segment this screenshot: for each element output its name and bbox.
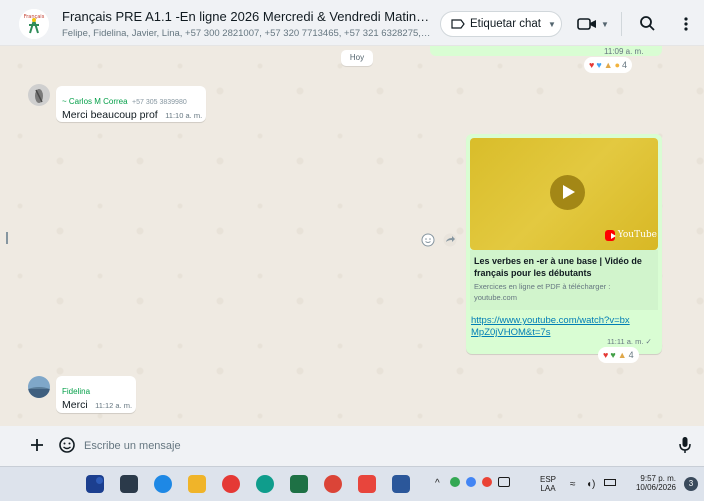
language-code: ESP bbox=[540, 475, 557, 484]
plus-icon bbox=[31, 439, 43, 451]
sent-check-icon: ✓ bbox=[645, 337, 652, 346]
message-time: 11:09 a. m. bbox=[604, 47, 644, 56]
reaction-count: 4 bbox=[628, 350, 634, 360]
voice-message-button[interactable] bbox=[678, 435, 692, 455]
group-logo-icon: Français bbox=[19, 9, 49, 39]
outgoing-message-bubble[interactable]: YouTube Les verbes en -er à une base | V… bbox=[466, 134, 662, 354]
language-indicator[interactable]: ESP LAA bbox=[540, 475, 556, 493]
chat-title[interactable]: Français PRE A1.1 -En ligne 2026 Mercred… bbox=[62, 9, 432, 24]
pray-icon: ▲ bbox=[617, 350, 627, 360]
green-heart-icon: ♥ bbox=[610, 350, 616, 360]
excel-icon[interactable] bbox=[290, 475, 308, 493]
reaction-count: 4 bbox=[622, 60, 628, 70]
language-layout: LAA bbox=[540, 484, 556, 493]
video-call-button[interactable]: ▼ bbox=[577, 13, 611, 35]
date-divider: Hoy bbox=[341, 50, 373, 66]
play-icon[interactable] bbox=[550, 175, 585, 210]
message-text: Merci beaucoup prof bbox=[62, 109, 158, 121]
word-icon[interactable] bbox=[392, 475, 410, 493]
label-chat-button[interactable]: Etiquetar chat ▼ bbox=[440, 11, 562, 37]
chat-header: Français Français PRE A1.1 -En ligne 202… bbox=[0, 0, 704, 46]
sticker-button[interactable] bbox=[58, 436, 76, 454]
task-view-icon[interactable] bbox=[120, 475, 138, 493]
link-preview-card[interactable]: Les verbes en -er à une base | Vidéo de … bbox=[470, 250, 658, 310]
chat-area[interactable]: 11:09 a. m. ♥ ♥ ▲ ● 4 Hoy ~ Carlos M Cor… bbox=[0, 46, 704, 426]
message-text: Merci bbox=[62, 399, 88, 411]
group-avatar[interactable]: Français bbox=[19, 9, 49, 39]
battery-icon[interactable] bbox=[604, 479, 616, 486]
edge-icon[interactable] bbox=[256, 475, 274, 493]
message-actions bbox=[421, 233, 457, 247]
chevron-down-icon: ▼ bbox=[601, 19, 609, 29]
reactions-badge[interactable]: ♥ ♥ ▲ 4 bbox=[598, 347, 639, 363]
label-chat-text: Etiquetar chat bbox=[470, 18, 541, 30]
firefox-icon[interactable] bbox=[358, 475, 376, 493]
menu-button[interactable] bbox=[676, 12, 696, 36]
youtube-brand-text: YouTube bbox=[617, 230, 657, 240]
pray-icon: ▲ bbox=[603, 60, 613, 70]
message-time: 11:11 a. m. bbox=[607, 337, 644, 346]
microphone-icon bbox=[679, 437, 691, 453]
chrome-profile-icon[interactable] bbox=[324, 475, 342, 493]
link-domain: youtube.com bbox=[474, 293, 517, 302]
link-description: Exercices en ligne et PDF à télécharger … bbox=[474, 282, 611, 291]
video-camera-icon bbox=[577, 18, 596, 30]
windows-taskbar: ^ ESP LAA ≈ ◖) 9:57 p. m. 10/06/2026 3 bbox=[0, 466, 704, 501]
message-bubble[interactable]: Fidelina Merci 11:12 a. m. bbox=[56, 376, 136, 413]
message-input[interactable] bbox=[84, 433, 664, 459]
notification-badge[interactable]: 3 bbox=[684, 477, 698, 491]
header-divider bbox=[621, 12, 622, 36]
chevron-down-icon: ▼ bbox=[547, 19, 556, 29]
link-title: Les verbes en -er à une base | Vidéo de … bbox=[474, 256, 642, 278]
drive-icon[interactable] bbox=[450, 477, 460, 487]
tag-icon bbox=[451, 19, 465, 29]
copilot-icon[interactable] bbox=[154, 475, 172, 493]
thumbs-up-icon: ● bbox=[614, 60, 621, 70]
avatar[interactable] bbox=[28, 376, 50, 398]
resize-handle[interactable] bbox=[6, 232, 8, 244]
avatar[interactable] bbox=[28, 84, 50, 106]
heart-icon: ♥ bbox=[589, 60, 595, 70]
sticker-icon bbox=[59, 437, 75, 453]
attach-button[interactable] bbox=[30, 434, 50, 456]
avatar-image bbox=[28, 84, 50, 106]
message-composer bbox=[0, 426, 704, 466]
avatar-image bbox=[28, 376, 50, 398]
kebab-menu-icon bbox=[684, 17, 688, 31]
message-time: 11:12 a. m. bbox=[95, 401, 133, 410]
blue-heart-icon: ♥ bbox=[596, 60, 602, 70]
search-button[interactable] bbox=[636, 12, 660, 36]
youtube-logo: YouTube bbox=[605, 228, 657, 242]
heart-icon: ♥ bbox=[603, 350, 609, 360]
video-preview[interactable]: YouTube bbox=[470, 138, 658, 250]
clock-date: 10/06/2026 bbox=[635, 483, 676, 492]
onedrive-icon[interactable] bbox=[466, 477, 476, 487]
wifi-icon[interactable]: ≈ bbox=[570, 479, 576, 490]
youtube-play-icon bbox=[605, 229, 616, 241]
windows-logo-icon bbox=[96, 477, 103, 484]
clock[interactable]: 9:57 p. m. 10/06/2026 bbox=[630, 474, 676, 492]
message-bubble[interactable]: ~ Carlos M Correa +57 305 3839980 Merci … bbox=[56, 86, 206, 122]
chrome-icon[interactable] bbox=[222, 475, 240, 493]
volume-icon[interactable]: ◖) bbox=[586, 479, 595, 490]
search-icon bbox=[640, 16, 655, 31]
forward-icon[interactable] bbox=[443, 233, 457, 247]
app-tray-icon[interactable] bbox=[482, 477, 492, 487]
message-time: 11:10 a. m. bbox=[165, 111, 203, 120]
message-link[interactable]: https://www.youtube.com/watch?v=bxMpZ0jV… bbox=[471, 315, 631, 339]
chevron-up-icon[interactable]: ^ bbox=[435, 478, 440, 489]
reactions-badge[interactable]: ♥ ♥ ▲ ● 4 bbox=[584, 57, 633, 73]
emoji-react-icon[interactable] bbox=[421, 233, 435, 247]
message-time-status: 11:11 a. m. ✓ bbox=[607, 337, 652, 346]
chat-participants[interactable]: Felipe, Fidelina, Javier, Lina, +57 300 … bbox=[62, 28, 432, 39]
file-explorer-icon[interactable] bbox=[188, 475, 206, 493]
keyboard-icon[interactable] bbox=[498, 477, 510, 487]
clock-time: 9:57 p. m. bbox=[640, 474, 676, 483]
